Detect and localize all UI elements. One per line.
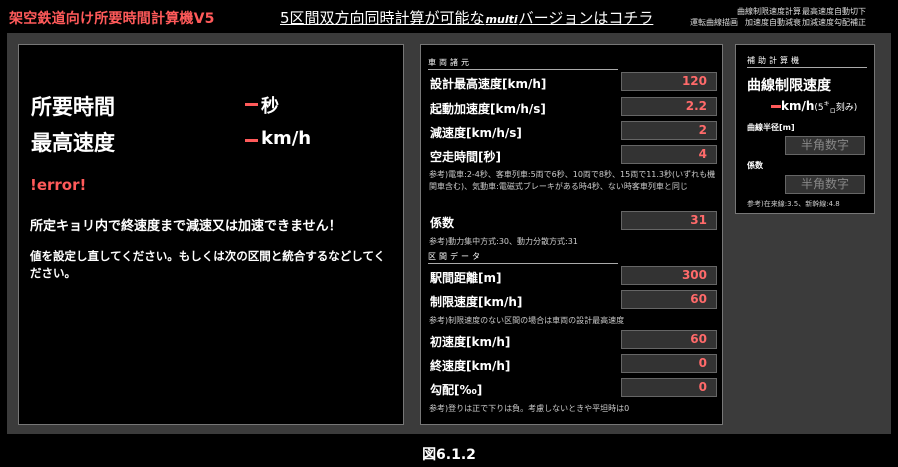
idle-time-field[interactable]: 4 bbox=[621, 145, 717, 164]
input-panel: 車両諸元 設計最高速度[km/h] 120 起動加速度[km/h/s] 2.2 … bbox=[420, 44, 723, 425]
vehicle-coef-field[interactable]: 31 bbox=[621, 211, 717, 230]
top-bar: 架空鉄道向け所要時間計算機V5 5区間双方向同時計算が可能なmultiバージョン… bbox=[0, 0, 898, 32]
menu-gradient-correction[interactable]: 加減速度勾配補正 bbox=[802, 17, 866, 28]
menu-run-curve[interactable]: 運転曲線描画 bbox=[690, 17, 738, 28]
link-text-before: 5区間双方向同時計算が可能な bbox=[280, 9, 485, 27]
idle-time-note: 参考)電車:2-4秒、客車列車:5両で6秒、10両で8秒、15両で11.3秒(い… bbox=[429, 170, 716, 191]
error-message: 所定キョリ内で終速度まで減速又は加速できません！ bbox=[30, 219, 342, 234]
error-title: !error! bbox=[30, 176, 87, 194]
curve-limit-value bbox=[771, 105, 781, 108]
curve-limit-unit: km/h(5キロ刻み) bbox=[781, 99, 857, 115]
accel-field[interactable]: 2.2 bbox=[621, 97, 717, 116]
gradient-note: 参考)登りは正で下りは負。考慮しないときや平坦時は0 bbox=[429, 404, 630, 413]
max-speed-field-label: 設計最高速度[km/h] bbox=[430, 77, 547, 91]
vehicle-coef-note: 参考)動力集中方式:30、動力分散方式:31 bbox=[429, 237, 578, 246]
multi-version-link[interactable]: 5区間双方向同時計算が可能なmultiバージョンはコチラ bbox=[280, 7, 653, 28]
app-title: 架空鉄道向け所要時間計算機V5 bbox=[9, 11, 215, 27]
curve-limit-unit-text: km/h bbox=[781, 99, 815, 113]
required-time-label: 所要時間 bbox=[31, 95, 115, 119]
final-speed-field-label: 終速度[km/h] bbox=[430, 359, 511, 373]
curve-radius-input[interactable]: 半角数字 bbox=[785, 136, 865, 155]
required-time-value bbox=[245, 103, 258, 106]
initial-speed-field[interactable]: 60 bbox=[621, 330, 717, 349]
vehicle-coef-label: 係数 bbox=[430, 216, 455, 230]
initial-speed-field-label: 初速度[km/h] bbox=[430, 335, 511, 349]
limit-speed-field-label: 制限速度[km/h] bbox=[430, 295, 523, 309]
curve-limit-title: 曲線制限速度 bbox=[747, 78, 831, 94]
step-note-close: 刻み) bbox=[835, 103, 858, 113]
gradient-field[interactable]: 0 bbox=[621, 378, 717, 397]
max-speed-label: 最高速度 bbox=[31, 131, 115, 155]
link-text-after: バージョンはコチラ bbox=[518, 9, 654, 27]
result-panel: 所要時間 秒 最高速度 km/h !error! 所定キョリ内で終速度まで減速又… bbox=[18, 44, 404, 425]
limit-speed-field[interactable]: 60 bbox=[621, 290, 717, 309]
curve-radius-label: 曲線半径[m] bbox=[747, 123, 795, 132]
curve-limit-step-note: (5キロ刻み) bbox=[814, 101, 858, 115]
step-note-open: (5 bbox=[814, 103, 824, 113]
max-speed-field[interactable]: 120 bbox=[621, 72, 717, 91]
decel-field[interactable]: 2 bbox=[621, 121, 717, 140]
required-time-unit: 秒 bbox=[261, 96, 279, 117]
link-multi-text: multi bbox=[485, 13, 518, 26]
accel-field-label: 起動加速度[km/h/s] bbox=[430, 102, 546, 116]
calc-coef-label: 係数 bbox=[747, 161, 763, 170]
limit-speed-note: 参考)制限速度のない区間の場合は車両の設計最高速度 bbox=[429, 316, 625, 325]
vehicle-spec-header: 車両諸元 bbox=[428, 57, 618, 70]
final-speed-field[interactable]: 0 bbox=[621, 354, 717, 373]
calc-coef-note: 参考)在来線:3.5、新幹線:4.8 bbox=[747, 200, 840, 208]
section-data-header: 区間データ bbox=[428, 251, 618, 264]
figure-caption: 図6.1.2 bbox=[422, 447, 476, 463]
distance-field[interactable]: 300 bbox=[621, 266, 717, 285]
gradient-field-label: 勾配[‰] bbox=[430, 383, 483, 397]
menu-curve-speed[interactable]: 曲線制限速度計算 bbox=[737, 6, 801, 17]
aux-calculator-panel: 補助計算機 曲線制限速度 km/h(5キロ刻み) 曲線半径[m] 半角数字 係数… bbox=[735, 44, 875, 214]
distance-field-label: 駅間距離[m] bbox=[430, 271, 502, 285]
error-hint: 値を設定し直してください。もしくは次の区間と統合するなどしてください。 bbox=[30, 249, 386, 280]
menu-accel-decay[interactable]: 加速度自動減衰 bbox=[745, 17, 801, 28]
decel-field-label: 減速度[km/h/s] bbox=[430, 126, 522, 140]
calc-coef-input[interactable]: 半角数字 bbox=[785, 175, 865, 194]
max-speed-value bbox=[245, 139, 258, 142]
idle-time-field-label: 空走時間[秒] bbox=[430, 150, 501, 164]
max-speed-unit: km/h bbox=[261, 128, 312, 149]
aux-calculator-header: 補助計算機 bbox=[747, 55, 867, 68]
menu-max-speed-auto[interactable]: 最高速度自動切下 bbox=[802, 6, 866, 17]
